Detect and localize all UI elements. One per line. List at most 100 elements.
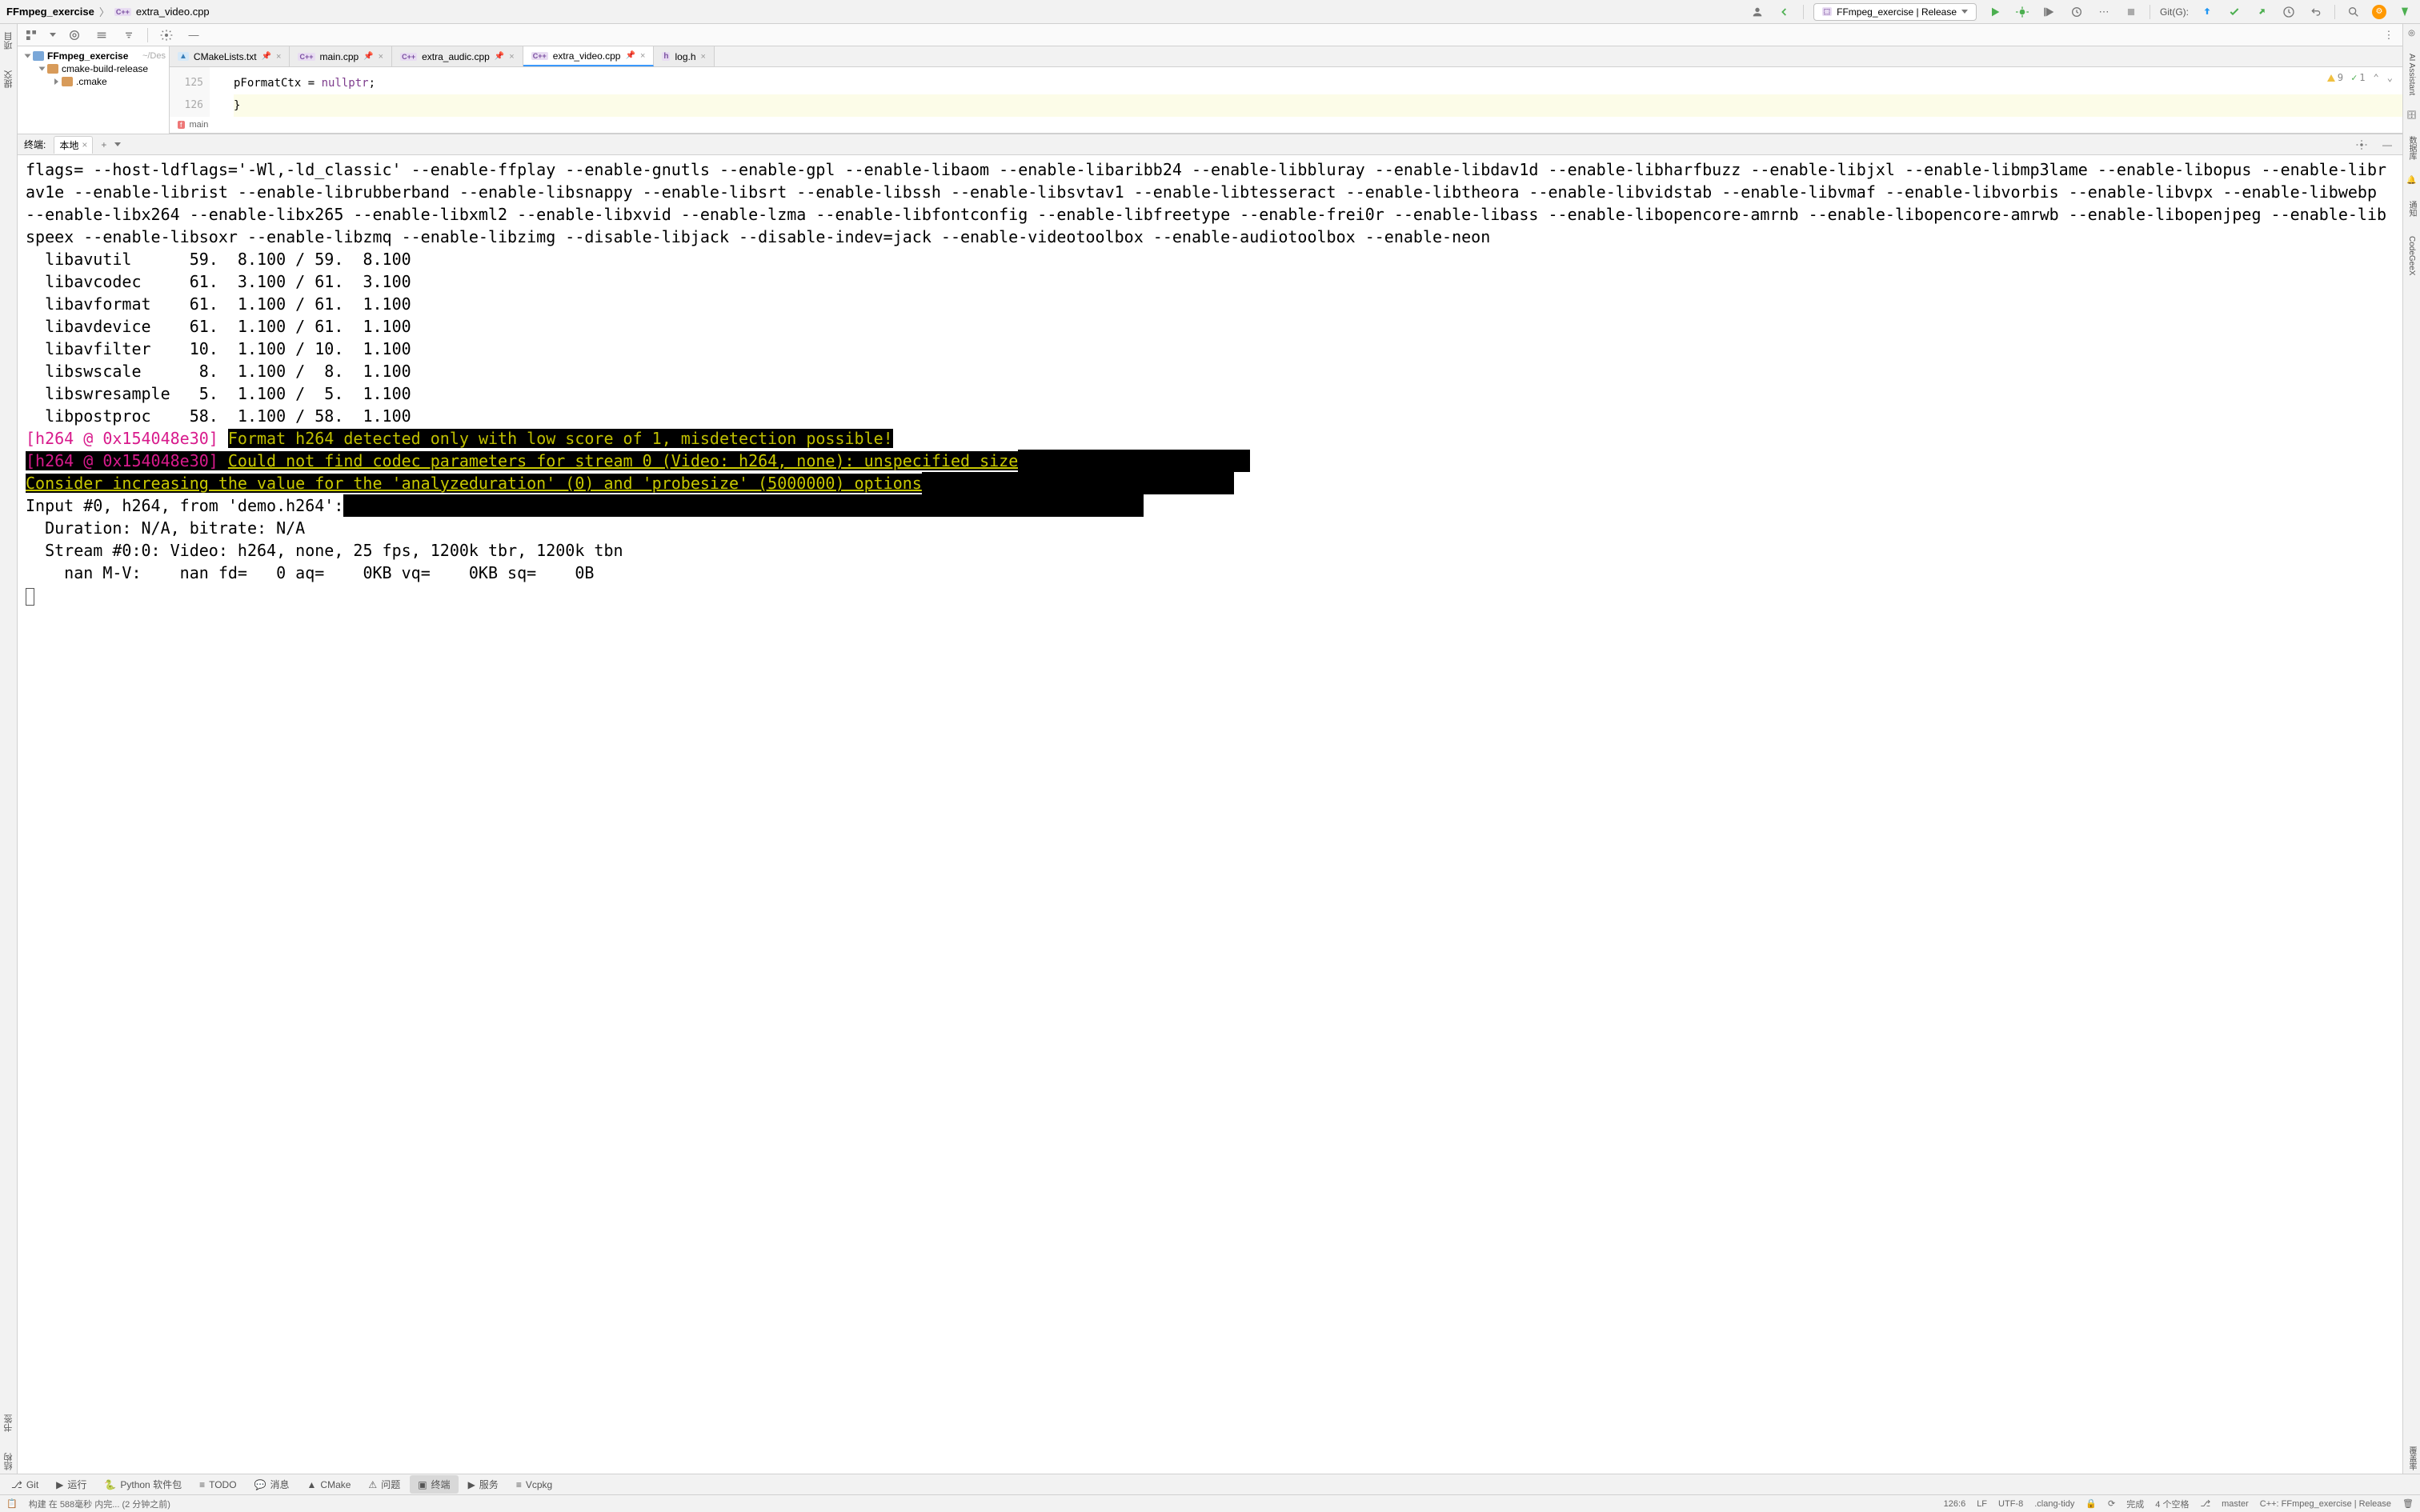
- status-clipboard-icon[interactable]: 📋: [6, 1498, 18, 1509]
- git-history-icon[interactable]: [2280, 3, 2298, 21]
- status-line-sep[interactable]: LF: [1977, 1499, 1987, 1509]
- gear-icon[interactable]: [2353, 136, 2370, 154]
- left-tab-project[interactable]: 项目: [2, 29, 15, 53]
- editor-more-icon[interactable]: ⋮: [2380, 26, 2398, 44]
- tree-root[interactable]: FFmpeg_exercise ~/Des: [18, 50, 169, 62]
- debug-button[interactable]: [2013, 3, 2031, 21]
- terminal-output[interactable]: flags= --host-ldflags='-Wl,-ld_classic' …: [18, 155, 2402, 1474]
- code-line[interactable]: pFormatCtx = nullptr;: [234, 72, 2402, 94]
- chevron-down-icon[interactable]: [39, 67, 46, 71]
- git-update-icon[interactable]: [2198, 3, 2216, 21]
- chevron-down-icon[interactable]: ⌄: [2387, 72, 2393, 83]
- left-tab-bookmarks[interactable]: 书签: [2, 1411, 15, 1435]
- search-icon[interactable]: [2345, 3, 2362, 21]
- expand-icon[interactable]: [93, 26, 110, 44]
- profile-run-icon[interactable]: [2068, 3, 2085, 21]
- editor-tab[interactable]: hlog.h×: [654, 46, 715, 66]
- terminal-tab[interactable]: 本地 ×: [54, 136, 93, 154]
- coverage-run-icon[interactable]: [2041, 3, 2058, 21]
- right-tab-codegeex[interactable]: CodeGeeX: [2407, 233, 2416, 278]
- status-run-config[interactable]: C++: FFmpeg_exercise | Release: [2260, 1499, 2391, 1509]
- status-encoding[interactable]: UTF-8: [1998, 1499, 2023, 1509]
- user-icon[interactable]: [1749, 3, 1766, 21]
- gear-icon[interactable]: [158, 26, 175, 44]
- bottom-tab-Python 软件包[interactable]: 🐍Python 软件包: [96, 1475, 190, 1494]
- tree-item[interactable]: cmake-build-release: [18, 62, 169, 75]
- hide-icon[interactable]: —: [185, 26, 202, 44]
- crumb-label[interactable]: main: [190, 120, 209, 130]
- editor-tab[interactable]: C++main.cpp📌×: [290, 46, 392, 66]
- run-button[interactable]: [1986, 3, 2004, 21]
- bottom-tab-Vcpkg[interactable]: ≡Vcpkg: [508, 1477, 560, 1493]
- hide-icon[interactable]: —: [2378, 136, 2396, 154]
- bottom-tab-TODO[interactable]: ≡TODO: [191, 1477, 244, 1493]
- breadcrumb-file[interactable]: extra_video.cpp: [136, 6, 210, 18]
- bottom-tab-运行[interactable]: ▶运行: [48, 1475, 94, 1494]
- ide-settings-icon[interactable]: ⚙: [2372, 5, 2386, 19]
- breadcrumb[interactable]: FFmpeg_exercise 〉 C++ extra_video.cpp: [6, 4, 210, 19]
- more-run-icon[interactable]: ⋯: [2095, 3, 2113, 21]
- back-arrow-icon[interactable]: [1776, 3, 1793, 21]
- add-terminal-icon[interactable]: +: [101, 139, 106, 150]
- chevron-right-icon[interactable]: [54, 78, 58, 85]
- tree-item[interactable]: .cmake: [18, 75, 169, 88]
- jetbrains-ai-icon[interactable]: [2396, 3, 2414, 21]
- git-push-icon[interactable]: [2253, 3, 2270, 21]
- project-tree[interactable]: FFmpeg_exercise ~/Des cmake-build-releas…: [18, 46, 170, 134]
- pin-icon[interactable]: 📌: [495, 52, 504, 61]
- left-tab-commit[interactable]: 提交: [2, 67, 15, 91]
- status-sync-icon[interactable]: ⟳: [2108, 1498, 2115, 1509]
- stop-button[interactable]: [2122, 3, 2140, 21]
- target-icon[interactable]: [66, 26, 83, 44]
- ai-assistant-icon[interactable]: ◎: [2408, 29, 2415, 38]
- close-icon[interactable]: ×: [640, 51, 645, 61]
- chevron-down-icon[interactable]: [50, 33, 56, 37]
- breadcrumb-project[interactable]: FFmpeg_exercise: [6, 6, 94, 18]
- chevron-down-icon[interactable]: [114, 142, 121, 146]
- close-icon[interactable]: ×: [379, 52, 383, 62]
- code-line[interactable]: }: [234, 94, 2402, 117]
- right-tab-database[interactable]: 数据库: [2406, 133, 2418, 163]
- right-tab-coverage[interactable]: 覆盖率: [2406, 1443, 2418, 1474]
- lock-icon[interactable]: 🔒: [2085, 1498, 2097, 1509]
- pin-icon[interactable]: 📌: [625, 51, 635, 60]
- bottom-tab-终端[interactable]: ▣终端: [410, 1475, 458, 1494]
- warning-badge[interactable]: 9: [2327, 72, 2343, 83]
- close-icon[interactable]: ×: [82, 139, 87, 150]
- close-icon[interactable]: ×: [701, 52, 706, 62]
- ok-badge[interactable]: 1: [2351, 72, 2365, 83]
- editor-tab[interactable]: C++extra_audic.cpp📌×: [392, 46, 523, 66]
- code-area[interactable]: 125 126 pFormatCtx = nullptr; } 9 1 ⌃ ⌄: [170, 67, 2402, 117]
- chevron-down-icon[interactable]: [25, 54, 31, 58]
- close-icon[interactable]: ×: [509, 52, 514, 62]
- database-icon[interactable]: 🗄: [2406, 111, 2417, 120]
- status-clang-tidy[interactable]: .clang-tidy: [2034, 1499, 2074, 1509]
- close-icon[interactable]: ×: [276, 52, 281, 62]
- editor-tab[interactable]: C++extra_video.cpp📌×: [523, 46, 655, 66]
- bottom-tab-消息[interactable]: 💬消息: [246, 1475, 298, 1494]
- bottom-tab-问题[interactable]: ⚠问题: [360, 1475, 408, 1494]
- left-tab-structure[interactable]: 结构: [2, 1450, 15, 1474]
- code-lines[interactable]: pFormatCtx = nullptr; }: [210, 67, 2402, 117]
- pin-icon[interactable]: 📌: [363, 52, 373, 61]
- editor-tab[interactable]: ▲CMakeLists.txt📌×: [170, 46, 290, 66]
- status-trash-icon[interactable]: 🗑: [2402, 1498, 2414, 1509]
- run-config-dropdown[interactable]: ⬚ FFmpeg_exercise | Release: [1813, 3, 1977, 21]
- code-breadcrumb[interactable]: f main: [170, 117, 2402, 134]
- bottom-tab-CMake[interactable]: ▲CMake: [299, 1477, 359, 1493]
- status-done[interactable]: 完成: [2126, 1498, 2144, 1510]
- status-position[interactable]: 126:6: [1944, 1499, 1966, 1509]
- project-view-icon[interactable]: [22, 26, 40, 44]
- collapse-icon[interactable]: [120, 26, 138, 44]
- chevron-up-icon[interactable]: ⌃: [2374, 72, 2379, 83]
- inspection-widget[interactable]: 9 1 ⌃ ⌄: [2327, 72, 2393, 83]
- right-tab-ai[interactable]: AI Assistant: [2407, 50, 2416, 98]
- bell-icon[interactable]: 🔔: [2406, 176, 2416, 185]
- git-commit-icon[interactable]: [2226, 3, 2243, 21]
- pin-icon[interactable]: 📌: [262, 52, 271, 61]
- status-branch[interactable]: master: [2222, 1499, 2249, 1509]
- bottom-tab-服务[interactable]: ▶服务: [460, 1475, 507, 1494]
- status-indent[interactable]: 4 个空格: [2155, 1498, 2189, 1510]
- bottom-tab-Git[interactable]: ⎇Git: [3, 1477, 46, 1493]
- git-rollback-icon[interactable]: [2307, 3, 2325, 21]
